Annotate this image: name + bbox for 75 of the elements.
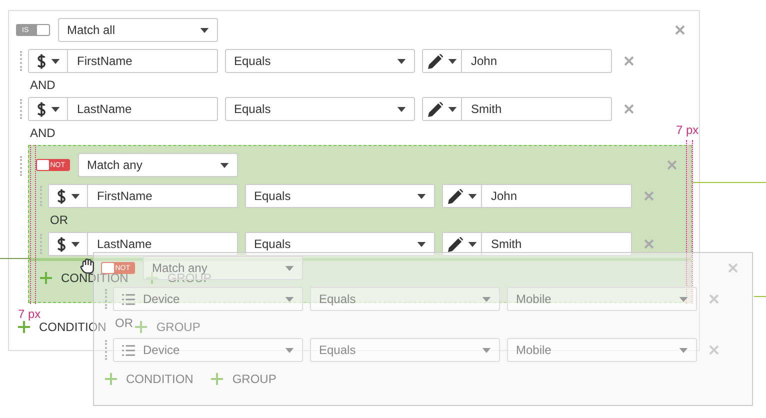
type-picker-button[interactable]	[29, 50, 68, 72]
caret-icon	[468, 242, 476, 246]
caret-icon	[417, 194, 426, 198]
drag-handle[interactable]	[20, 99, 22, 119]
caret-icon	[448, 58, 456, 64]
list-icon	[122, 344, 135, 356]
value-input[interactable]: John	[482, 185, 631, 207]
caret-icon	[482, 348, 491, 352]
logic-operator-label: OR	[50, 213, 68, 227]
caret-icon	[70, 242, 80, 246]
field-input[interactable]: FirstName	[68, 50, 217, 72]
logic-operator-label: AND	[30, 126, 56, 140]
type-picker-button[interactable]	[29, 98, 68, 120]
match-select[interactable]: Match any	[78, 153, 238, 177]
pencil-icon	[428, 54, 442, 68]
dollar-icon	[36, 102, 46, 116]
caret-icon	[285, 266, 294, 270]
caret-icon	[50, 58, 60, 64]
caret-icon	[220, 162, 229, 168]
caret-icon	[397, 106, 406, 112]
caret-icon	[285, 348, 294, 352]
field-input[interactable]: FirstName	[88, 185, 237, 207]
caret-icon	[482, 296, 491, 302]
logic-operator-label: OR	[115, 316, 133, 330]
caret-icon	[50, 106, 60, 112]
logic-operator-label: AND	[30, 78, 56, 92]
caret-icon	[468, 194, 476, 198]
drag-handle[interactable]	[105, 340, 107, 360]
drag-handle[interactable]	[20, 51, 22, 71]
leader-line	[754, 296, 766, 297]
operator-select[interactable]: Equals	[225, 49, 415, 73]
caret-icon	[417, 242, 426, 246]
caret-icon	[679, 348, 688, 352]
spacing-label: 7 px	[676, 123, 699, 137]
caret-icon	[397, 58, 406, 64]
list-icon	[122, 294, 135, 304]
type-picker-button[interactable]	[49, 185, 88, 207]
spacing-label: 7 px	[18, 307, 41, 321]
type-picker-button[interactable]	[443, 233, 482, 255]
dollar-icon	[36, 54, 46, 68]
caret-icon	[448, 106, 456, 112]
pencil-icon	[448, 236, 462, 252]
dollar-icon	[56, 188, 66, 204]
field-input[interactable]: LastName	[88, 233, 237, 255]
plus-icon	[211, 373, 224, 385]
caret-icon	[285, 296, 294, 302]
caret-icon	[70, 194, 80, 198]
field-input[interactable]: LastName	[68, 98, 217, 120]
plus-icon	[40, 272, 52, 284]
type-picker-button[interactable]	[49, 233, 88, 255]
drag-handle[interactable]	[20, 156, 22, 176]
type-picker-button[interactable]	[423, 98, 462, 120]
caret-icon	[679, 296, 688, 302]
plus-icon	[105, 373, 117, 385]
match-select[interactable]: Match all	[58, 18, 218, 42]
value-input[interactable]: Smith	[482, 233, 631, 255]
operator-select[interactable]: Equals	[245, 232, 435, 256]
add-button[interactable]: CONDITION	[18, 320, 106, 334]
drag-handle[interactable]	[105, 289, 107, 309]
drag-handle[interactable]	[40, 186, 42, 206]
operator-select[interactable]: Equals	[245, 184, 435, 208]
leader-line	[0, 258, 30, 259]
dollar-icon	[56, 236, 66, 252]
drag-handle[interactable]	[40, 234, 42, 254]
plus-icon	[146, 272, 158, 284]
value-input[interactable]: Smith	[462, 98, 611, 120]
type-picker-button[interactable]	[423, 50, 462, 72]
pencil-icon	[448, 188, 462, 204]
pencil-icon	[428, 102, 442, 116]
plus-icon	[135, 321, 148, 333]
type-picker-button[interactable]	[443, 185, 482, 207]
caret-icon	[200, 28, 209, 32]
plus-icon	[18, 321, 30, 333]
value-input[interactable]: John	[462, 50, 611, 72]
operator-select[interactable]: Equals	[225, 97, 415, 121]
